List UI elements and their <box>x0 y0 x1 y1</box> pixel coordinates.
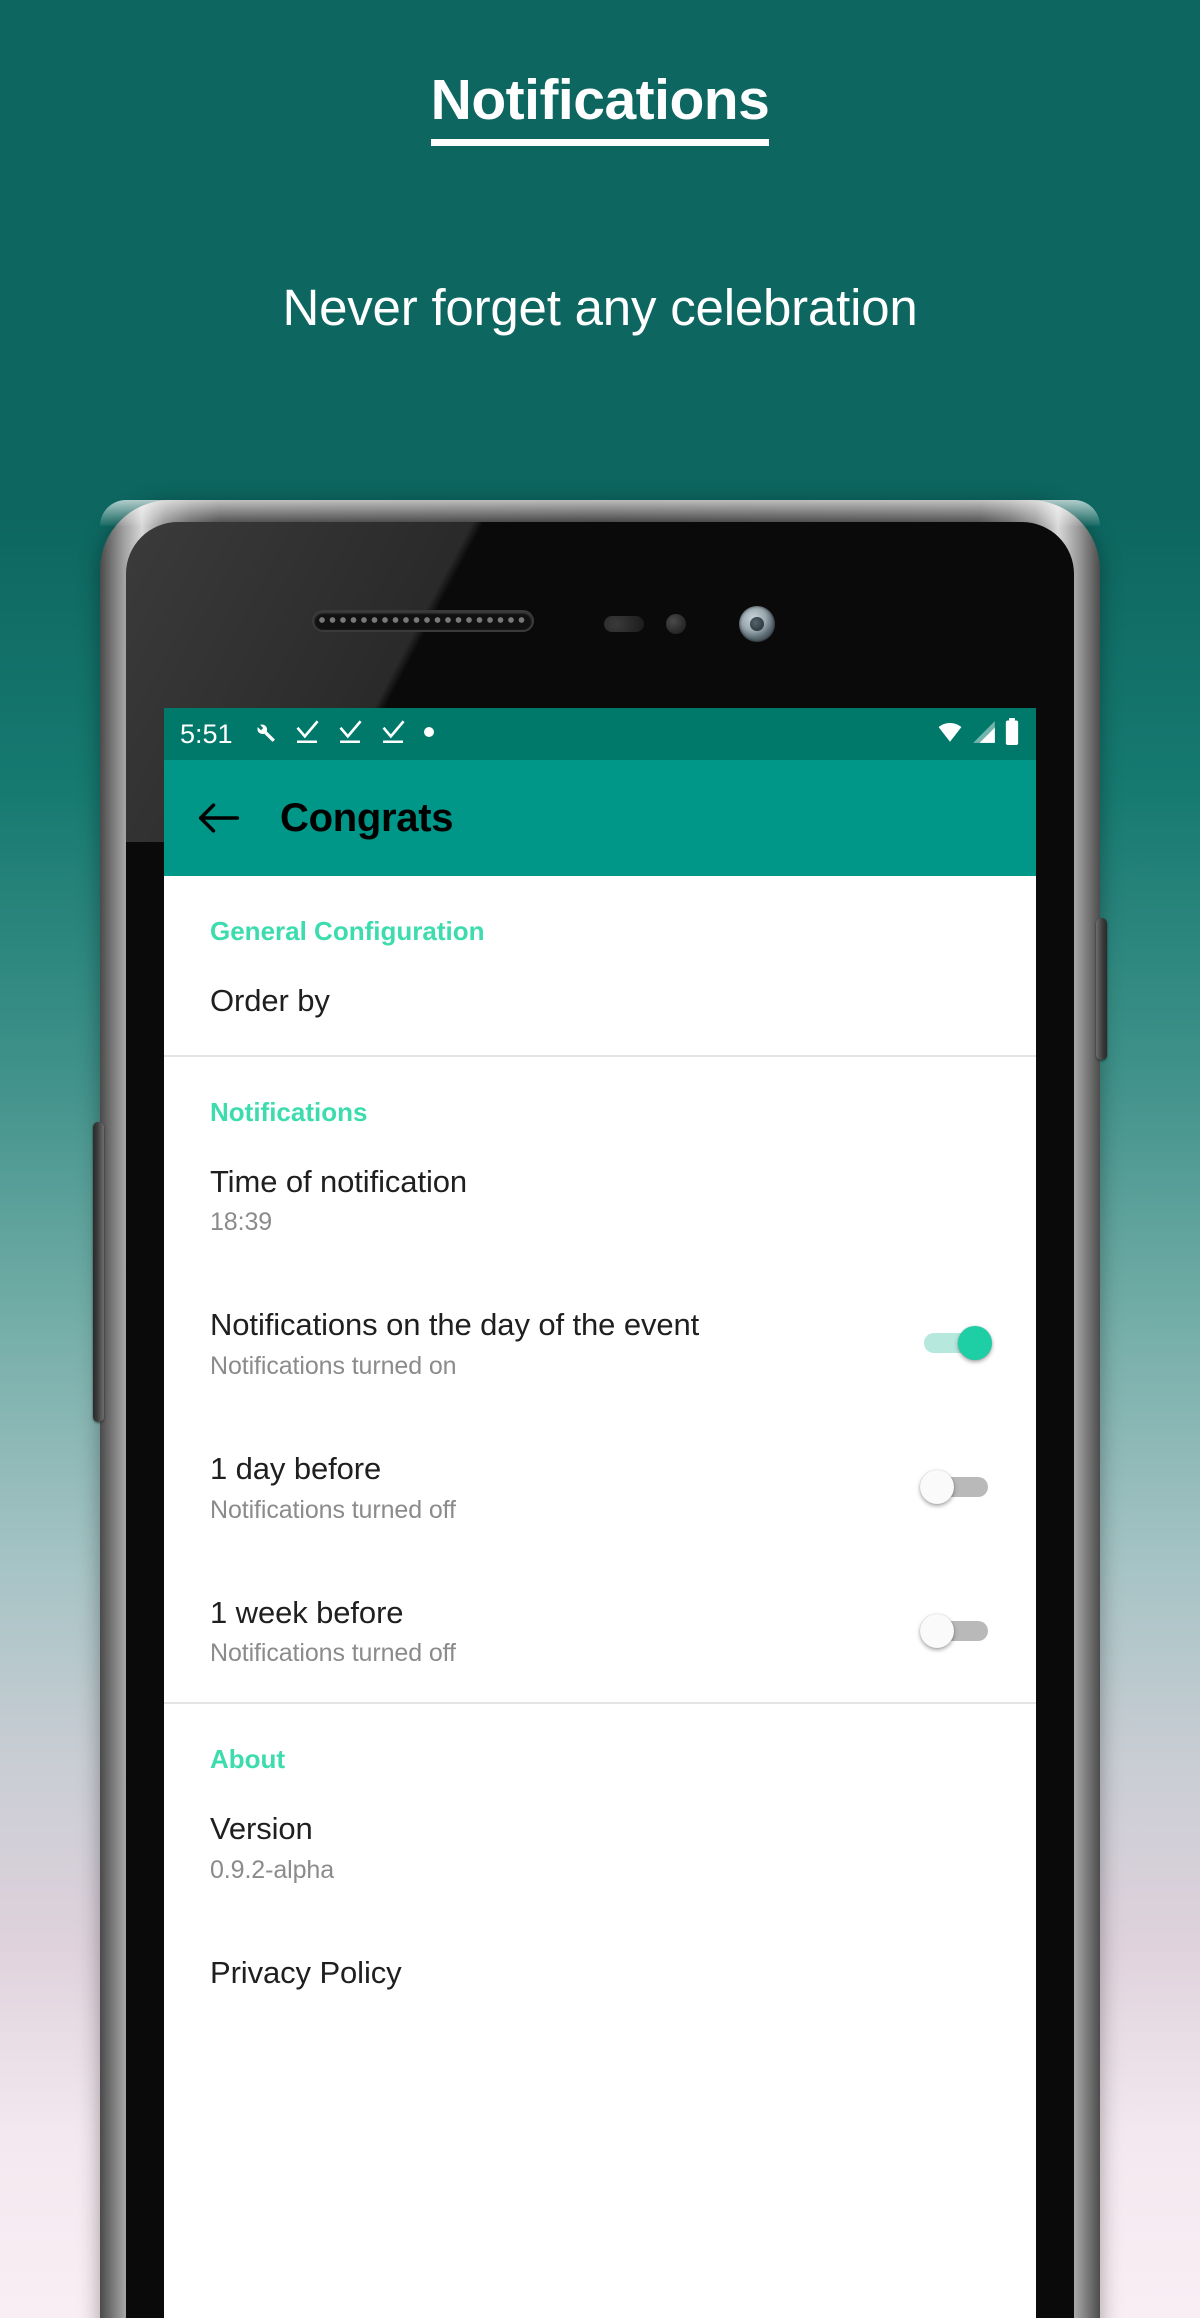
dot-icon <box>423 725 435 743</box>
section-notifications: Notifications Time of notification 18:39… <box>164 1054 1036 1703</box>
toggle-one-day-before[interactable] <box>920 1469 992 1504</box>
download-complete-icon <box>337 719 363 750</box>
pref-title: Version <box>210 1811 313 1847</box>
promo-screenshot: Notifications Never forget any celebrati… <box>0 0 1200 2318</box>
status-right-icons <box>936 718 1020 750</box>
back-button[interactable] <box>188 787 250 849</box>
pref-text: Time of notification 18:39 <box>210 1162 992 1238</box>
app-bar: Congrats <box>164 760 1036 876</box>
preference-row-privacy-policy[interactable]: Privacy Policy <box>164 1919 1036 2027</box>
pref-text: Notifications on the day of the event No… <box>210 1305 920 1381</box>
promo-title: Notifications <box>430 72 770 146</box>
download-complete-icon <box>380 719 406 750</box>
status-clock: 5:51 <box>180 718 233 749</box>
arrow-left-icon <box>198 803 240 833</box>
battery-full-icon <box>1004 718 1020 750</box>
preference-row-notifications-day-of-event[interactable]: Notifications on the day of the event No… <box>164 1271 1036 1415</box>
pref-text: Version 0.9.2-alpha <box>210 1809 992 1885</box>
pref-title: 1 day before <box>210 1451 382 1487</box>
pref-summary: 18:39 <box>210 1208 273 1237</box>
preference-row-one-day-before[interactable]: 1 day before Notifications turned off <box>164 1415 1036 1559</box>
switch-thumb <box>920 1613 954 1648</box>
preference-row-order-by[interactable]: Order by <box>164 947 1036 1055</box>
pref-title: Order by <box>210 983 330 1018</box>
promo-title-container: Notifications <box>0 72 1200 146</box>
page-title: Congrats <box>280 795 454 840</box>
pref-summary: Notifications turned off <box>210 1495 456 1524</box>
cellular-signal-icon <box>971 719 997 750</box>
earpiece-mesh <box>317 615 529 627</box>
volume-rocker-button[interactable] <box>93 1122 104 1422</box>
pref-summary: Notifications turned on <box>210 1352 457 1381</box>
download-complete-icon <box>294 719 320 750</box>
status-bar: 5:51 <box>164 708 1036 760</box>
proximity-sensor-icon <box>604 616 644 632</box>
pref-title: Privacy Policy <box>210 1955 402 1991</box>
pref-text: Order by <box>210 981 992 1021</box>
pref-text: Privacy Policy <box>210 1953 992 1993</box>
section-header: About <box>210 1744 286 1775</box>
switch-thumb <box>958 1326 992 1361</box>
phone-front-glass: 5:51 Congrats General Configuration Orde… <box>126 522 1074 2318</box>
front-camera-icon <box>739 606 775 642</box>
phone-screen: 5:51 Congrats General Configuration Orde… <box>164 708 1036 2318</box>
toggle-one-week-before[interactable] <box>920 1613 992 1648</box>
light-sensor-icon <box>666 614 686 634</box>
section-header: General Configuration <box>210 916 485 946</box>
pref-summary: Notifications turned off <box>210 1639 456 1668</box>
section-general-configuration: General Configuration Order by <box>164 876 1036 1055</box>
pref-summary: 0.9.2-alpha <box>210 1856 334 1885</box>
pref-text: 1 day before Notifications turned off <box>210 1449 920 1525</box>
promo-subtitle: Never forget any celebration <box>282 279 918 336</box>
pref-title: Time of notification <box>210 1163 468 1199</box>
power-button[interactable] <box>1096 918 1107 1060</box>
section-header: Notifications <box>210 1096 368 1127</box>
pref-title: 1 week before <box>210 1594 404 1630</box>
section-about: About Version 0.9.2-alpha Privacy Policy <box>164 1702 1036 2026</box>
settings-list: General Configuration Order by Notificat… <box>164 876 1036 2027</box>
wrench-icon <box>251 719 277 750</box>
preference-row-one-week-before[interactable]: 1 week before Notifications turned off <box>164 1559 1036 1703</box>
preference-row-version[interactable]: Version 0.9.2-alpha <box>164 1775 1036 1919</box>
pref-text: 1 week before Notifications turned off <box>210 1593 920 1669</box>
wifi-icon <box>936 719 964 750</box>
toggle-notifications-day-of-event[interactable] <box>920 1326 992 1361</box>
earpiece-speaker-icon <box>312 610 534 632</box>
pref-title: Notifications on the day of the event <box>210 1307 700 1343</box>
status-left-icons <box>251 719 435 750</box>
switch-thumb <box>920 1469 954 1504</box>
phone-mockup: 5:51 Congrats General Configuration Orde… <box>93 500 1107 2318</box>
preference-row-time-of-notification[interactable]: Time of notification 18:39 <box>164 1128 1036 1272</box>
